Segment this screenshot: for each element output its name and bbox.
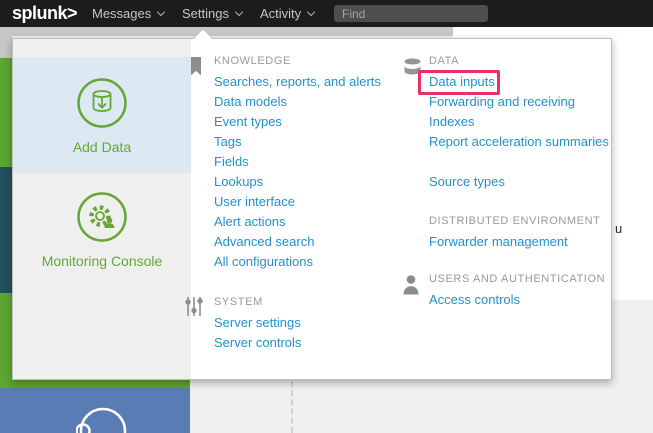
menu-item-tags[interactable]: Tags	[214, 132, 399, 152]
menu-item-report-acceleration-summaries[interactable]: Report acceleration summaries	[429, 132, 613, 172]
menu-item-forwarding-receiving[interactable]: Forwarding and receiving	[429, 92, 613, 112]
data-section-header: DATA	[429, 53, 613, 69]
add-data-tile[interactable]: Add Data	[13, 57, 191, 173]
menu-column-knowledge-system: KNOWLEDGE Searches, reports, and alerts …	[214, 53, 399, 353]
menu-messages[interactable]: Messages	[92, 0, 164, 27]
menu-item-data-models[interactable]: Data models	[214, 92, 399, 112]
home-tile-green-strip-lower	[0, 293, 12, 380]
menu-column-data-dist-users: DATA Data inputs Forwarding and receivin…	[429, 53, 613, 310]
menu-item-source-types[interactable]: Source types	[429, 172, 613, 192]
menu-item-fields[interactable]: Fields	[214, 152, 399, 172]
splunk-settings-menu-screen: u splunk> Messages Settings Activity	[0, 0, 653, 433]
home-tile-teal-strip	[0, 167, 12, 293]
home-tile-green-strip	[0, 58, 12, 167]
add-data-label: Add Data	[13, 139, 191, 155]
menu-messages-label: Messages	[92, 6, 151, 21]
find-search-input[interactable]	[334, 5, 488, 22]
splunk-logo[interactable]: splunk>	[12, 3, 77, 24]
background-gray-sliver	[0, 27, 12, 58]
background-gray-band	[0, 27, 453, 36]
menu-item-data-inputs[interactable]: Data inputs	[429, 72, 613, 92]
users-authentication-section-header: USERS AND AUTHENTICATION	[429, 271, 613, 287]
sliders-icon	[184, 295, 204, 323]
monitoring-console-tile[interactable]: Monitoring Console	[13, 173, 191, 379]
system-section-header: SYSTEM	[214, 294, 399, 310]
menu-item-server-settings[interactable]: Server settings	[214, 313, 399, 333]
menu-activity[interactable]: Activity	[260, 0, 314, 27]
home-tile-blue	[0, 388, 190, 433]
menu-item-indexes[interactable]: Indexes	[429, 112, 613, 132]
chevron-down-icon	[307, 8, 315, 16]
menu-item-access-controls[interactable]: Access controls	[429, 290, 613, 310]
menu-item-user-interface[interactable]: User interface	[214, 192, 399, 212]
settings-dropdown-panel: Add Data Monitoring Console	[12, 38, 612, 380]
distributed-environment-section-header: DISTRIBUTED ENVIRONMENT	[429, 213, 613, 229]
knowledge-section-header: KNOWLEDGE	[214, 53, 399, 69]
menu-item-advanced-search[interactable]: Advanced search	[214, 232, 399, 252]
monitoring-console-label: Monitoring Console	[13, 253, 191, 269]
top-app-bar: splunk> Messages Settings Activity	[0, 0, 653, 27]
bookmark-icon	[190, 57, 202, 81]
menu-item-searches-reports-alerts[interactable]: Searches, reports, and alerts	[214, 72, 399, 92]
menu-settings-label: Settings	[182, 6, 229, 21]
chevron-down-icon	[235, 8, 243, 16]
menu-item-event-types[interactable]: Event types	[214, 112, 399, 132]
menu-item-server-controls[interactable]: Server controls	[214, 333, 399, 353]
menu-item-all-configurations[interactable]: All configurations	[214, 252, 399, 272]
menu-activity-label: Activity	[260, 6, 301, 21]
drop-zone-dashed-border	[291, 381, 293, 433]
add-data-icon	[76, 77, 128, 134]
menu-settings[interactable]: Settings	[182, 0, 242, 27]
menu-item-lookups[interactable]: Lookups	[214, 172, 399, 192]
background-text-fragment: u	[615, 221, 622, 236]
monitoring-console-icon	[76, 191, 128, 248]
home-tile-green-edge	[0, 380, 190, 388]
menu-item-alert-actions[interactable]: Alert actions	[214, 212, 399, 232]
headset-icon	[76, 404, 130, 433]
shortcut-tile-column: Add Data Monitoring Console	[13, 39, 191, 379]
chevron-down-icon	[157, 8, 165, 16]
database-icon	[403, 58, 422, 81]
menu-item-forwarder-management[interactable]: Forwarder management	[429, 232, 613, 252]
user-icon	[402, 274, 420, 301]
